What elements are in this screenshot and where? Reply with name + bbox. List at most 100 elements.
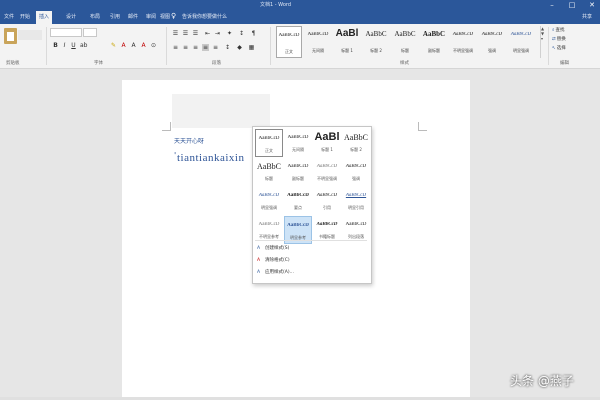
style-option[interactable]: AaBbCcD 无间隔 <box>284 129 312 157</box>
clipboard-blurred-area <box>18 30 42 40</box>
apply-styles-icon: A <box>257 270 261 275</box>
tab-file[interactable]: 文件 <box>4 13 14 20</box>
dropdown-divider <box>255 240 367 241</box>
style-sample: AaBbC <box>365 30 387 38</box>
align-center-icon[interactable]: ≡ <box>182 44 189 51</box>
apply-styles-button[interactable]: A 应用样式(A)... <box>257 269 294 275</box>
decrease-indent-icon[interactable]: ⇤ <box>204 30 211 37</box>
style-sample: AaBbCcD <box>278 33 300 38</box>
tab-view[interactable]: 视图 <box>160 13 170 20</box>
document-text: tiantiankaixin <box>177 152 245 164</box>
select-button[interactable]: ↖选择 <box>552 45 566 51</box>
style-name: 明显强调 <box>513 48 529 53</box>
group-label-styles: 样式 <box>400 61 409 66</box>
replace-button[interactable]: ⇄替换 <box>552 36 566 42</box>
tab-mailings[interactable]: 邮件 <box>128 13 138 20</box>
style-option[interactable]: AaBbC 标题 2 <box>342 129 370 157</box>
style-sample: AaBbC <box>394 30 416 38</box>
close-icon[interactable]: ✕ <box>588 1 596 9</box>
char-border-icon[interactable]: A <box>140 42 147 49</box>
style-name: 不明显强调 <box>453 48 473 53</box>
tab-design[interactable]: 设计 <box>66 13 76 20</box>
minimize-icon[interactable]: – <box>548 1 556 9</box>
font-color-icon[interactable]: A <box>120 42 127 49</box>
sort-icon[interactable]: ↕ <box>238 30 245 37</box>
group-label-clipboard: 剪贴板 <box>6 61 20 66</box>
align-left-icon[interactable]: ≡ <box>172 44 179 51</box>
paste-icon[interactable] <box>4 28 17 44</box>
style-tile[interactable]: AaBbC 副标题 <box>421 26 447 58</box>
style-sample: AaBbC <box>257 162 281 171</box>
style-tile[interactable]: AaBl 标题 1 <box>334 26 360 58</box>
style-sample: AaBbC <box>422 30 446 38</box>
line-spacing-icon[interactable]: ↕ <box>224 44 231 51</box>
increase-indent-icon[interactable]: ⇥ <box>214 30 221 37</box>
style-option[interactable]: AaBbCcD 强调 <box>342 158 370 186</box>
tab-insert[interactable]: 插入 <box>36 11 53 24</box>
style-option[interactable]: AaBbCcD 不明显强调 <box>313 158 341 186</box>
align-right-icon[interactable]: ≡ <box>192 44 199 51</box>
expand-icon[interactable]: ▾ <box>541 36 547 41</box>
share-button[interactable]: 共享 <box>582 13 592 20</box>
underline-icon[interactable]: U <box>70 42 77 49</box>
group-label-font: 字体 <box>94 61 103 66</box>
style-tile[interactable]: AaBbCcD 不明显强调 <box>450 26 476 58</box>
tab-references[interactable]: 引用 <box>110 13 120 20</box>
chinese-layout-icon[interactable]: ✦ <box>226 30 233 37</box>
font-name-box[interactable] <box>50 28 82 37</box>
create-style-button[interactable]: A 创建样式(S) <box>257 245 289 251</box>
style-option[interactable]: AaBbCcD 明显引用 <box>342 187 370 215</box>
tab-review[interactable]: 审阅 <box>146 13 156 20</box>
style-option[interactable]: AaBbCcD 副标题 <box>284 158 312 186</box>
strikethrough-icon[interactable]: ab <box>80 42 88 49</box>
style-option[interactable]: AaBbCcD 正文 <box>255 129 283 157</box>
char-shading-icon[interactable]: ⊙ <box>150 42 157 49</box>
ribbon: 剪贴板 B I U ab ✎ A A A ⊙ 字体 ☰ ☰ ☰ ⇤ ⇥ ✦ ↕ … <box>0 24 600 69</box>
style-tile[interactable]: AaBbC 标题 <box>392 26 418 58</box>
clear-formatting-label: 清除格式(C) <box>265 258 290 263</box>
maximize-icon[interactable]: □ <box>568 1 576 9</box>
gallery-scroll-arrows[interactable]: ▲ ▼ ▾ <box>540 26 547 58</box>
window-title: 文档1 - Word <box>260 2 292 8</box>
style-option[interactable]: AaBbC 标题 <box>255 158 283 186</box>
numbering-icon[interactable]: ☰ <box>182 30 189 37</box>
style-option[interactable]: AaBl 标题 1 <box>313 129 341 157</box>
style-option[interactable]: AaBbCcD 引用 <box>313 187 341 215</box>
tab-home[interactable]: 开始 <box>20 13 30 20</box>
find-label: 查找 <box>555 28 565 33</box>
style-sample: AaBbCcD <box>316 222 338 227</box>
style-sample: AaBl <box>335 28 359 39</box>
bold-icon[interactable]: B <box>52 42 59 49</box>
style-gallery: AaBbCcD 正文 AaBbCcD 无间隔 AaBl 标题 1 AaBbC 标… <box>276 26 540 58</box>
style-tile[interactable]: AaBbC 标题 2 <box>363 26 389 58</box>
shading-icon[interactable]: ◆ <box>236 44 243 51</box>
style-sample: AaBl <box>314 131 340 143</box>
style-sample: AaBbCcD <box>258 136 280 141</box>
style-option[interactable]: AaBbCcD 要点 <box>284 187 312 215</box>
text-effects-icon[interactable]: A <box>130 42 137 49</box>
justify-icon[interactable]: ≡ <box>202 44 209 51</box>
style-name: 要点 <box>294 205 302 210</box>
show-marks-icon[interactable]: ¶ <box>250 30 257 37</box>
italic-icon[interactable]: I <box>61 42 68 49</box>
style-option[interactable]: AaBbCcD 明显强调 <box>255 187 283 215</box>
style-sample: AaBbCcD <box>345 193 367 198</box>
cursor-icon: ↖ <box>552 46 556 51</box>
borders-icon[interactable]: ▦ <box>248 44 255 51</box>
style-tile[interactable]: AaBbCcD 正文 <box>276 26 302 58</box>
bullets-icon[interactable]: ☰ <box>172 30 179 37</box>
tell-me-box[interactable]: 告诉我你想要做什么 <box>182 13 227 20</box>
style-name: 无间隔 <box>312 48 324 53</box>
style-tile[interactable]: AaBbCcD 明显强调 <box>508 26 534 58</box>
style-sample: AaBbCcD <box>345 222 367 227</box>
tab-layout[interactable]: 布局 <box>90 13 100 20</box>
style-sample: AaBbCcD <box>510 32 532 37</box>
distribute-icon[interactable]: ≡ <box>212 44 219 51</box>
highlight-color-icon[interactable]: ✎ <box>110 42 117 49</box>
style-tile[interactable]: AaBbCcD 无间隔 <box>305 26 331 58</box>
find-button[interactable]: ⌕查找 <box>552 27 565 33</box>
clear-formatting-button[interactable]: A 清除格式(C) <box>257 257 290 263</box>
multilevel-list-icon[interactable]: ☰ <box>192 30 199 37</box>
style-tile[interactable]: AaBbCcD 强调 <box>479 26 505 58</box>
font-size-box[interactable] <box>83 28 97 37</box>
